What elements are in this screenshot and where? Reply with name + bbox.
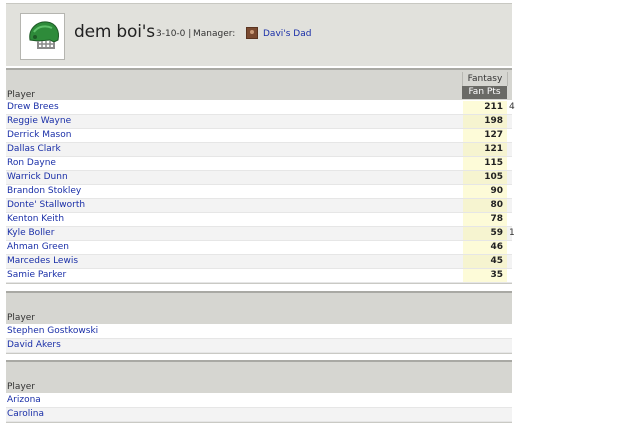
table-row: Samie Parker 35 — [6, 269, 512, 283]
table-row: Ahman Green 46 — [6, 241, 512, 255]
fan-pts-cell: 59 — [463, 227, 507, 240]
defenses-table-header: Player — [6, 362, 512, 393]
fan-pts-value: 78 — [490, 214, 503, 224]
manager-avatar-icon — [246, 27, 258, 39]
fan-pts-value: 80 — [490, 200, 503, 210]
table-row: Ron Dayne 115 — [6, 157, 512, 171]
table-row: Marcedes Lewis 45 — [6, 255, 512, 269]
defenses-table: Player Arizona Carolina — [6, 360, 512, 424]
player-name-link[interactable]: Reggie Wayne — [7, 116, 71, 126]
fan-pts-value: 46 — [490, 242, 503, 252]
table-bottom-rule — [6, 353, 512, 354]
table-row: Kyle Boller 59 1 — [6, 227, 515, 241]
table-bottom-rule — [6, 422, 512, 423]
fan-pts-cell: 78 — [463, 213, 507, 226]
team-header: dem boi's 3-10-0 | Manager: Davi's Dad — [6, 3, 512, 66]
player-name-link[interactable]: Warrick Dunn — [7, 172, 68, 182]
fan-pts-value: 59 — [490, 228, 503, 238]
table-row: Drew Brees 211 4 — [6, 101, 515, 115]
fan-pts-value: 121 — [484, 144, 503, 154]
player-name-link[interactable]: Arizona — [7, 395, 41, 405]
fan-pts-value: 45 — [490, 256, 503, 266]
kickers-table-header: Player — [6, 293, 512, 324]
next-column-value: 4 — [509, 102, 515, 112]
table-row: Stephen Gostkowski — [6, 325, 512, 339]
player-name-link[interactable]: Marcedes Lewis — [7, 256, 78, 266]
fan-pts-cell: 211 — [463, 101, 507, 114]
fan-pts-value: 35 — [490, 270, 503, 280]
kickers-table: Player Stephen Gostkowski David Akers — [6, 291, 512, 355]
table-bottom-rule — [6, 283, 512, 284]
table-row: Carolina — [6, 408, 512, 422]
football-helmet-icon — [29, 21, 59, 49]
fan-pts-cell: 90 — [463, 185, 507, 198]
starters-table: Player Fantasy Fan Pts Drew Brees 211 4 Reg… — [6, 68, 515, 286]
player-name-link[interactable]: Carolina — [7, 409, 44, 419]
fan-pts-cell: 80 — [463, 199, 507, 212]
player-column-header: Player — [7, 382, 36, 392]
player-name-link[interactable]: Stephen Gostkowski — [7, 326, 98, 336]
player-column-header: Player — [7, 313, 36, 323]
starters-table-header: Player Fantasy Fan Pts — [6, 70, 512, 100]
player-name-link[interactable]: Brandon Stokley — [7, 186, 81, 196]
table-row: Donte' Stallworth 80 — [6, 199, 512, 213]
table-row: Warrick Dunn 105 — [6, 171, 512, 185]
player-name-link[interactable]: Ahman Green — [7, 242, 69, 252]
fan-pts-column-header[interactable]: Fan Pts — [462, 86, 507, 99]
player-column-header: Player — [7, 90, 36, 100]
manager-label: Manager: — [193, 29, 236, 39]
fan-pts-cell: 46 — [463, 241, 507, 254]
fan-pts-cell: 105 — [463, 171, 507, 184]
fan-pts-cell: 115 — [463, 157, 507, 170]
table-row: Brandon Stokley 90 — [6, 185, 512, 199]
team-logo — [20, 13, 65, 60]
fan-pts-value: 211 — [484, 102, 503, 112]
table-row: David Akers — [6, 339, 512, 353]
fantasy-group-header: Fantasy — [462, 72, 508, 86]
player-name-link[interactable]: Ron Dayne — [7, 158, 56, 168]
table-row: Derrick Mason 127 — [6, 129, 512, 143]
fan-pts-value: 105 — [484, 172, 503, 182]
fan-pts-value: 115 — [484, 158, 503, 168]
team-record: 3-10-0 | — [156, 29, 192, 39]
table-row: Arizona — [6, 394, 512, 408]
player-name-link[interactable]: Dallas Clark — [7, 144, 61, 154]
player-name-link[interactable]: Kyle Boller — [7, 228, 54, 238]
player-name-link[interactable]: Drew Brees — [7, 102, 59, 112]
team-name: dem boi's — [74, 22, 155, 42]
table-row: Kenton Keith 78 — [6, 213, 512, 227]
fan-pts-value: 198 — [484, 116, 503, 126]
player-name-link[interactable]: Samie Parker — [7, 270, 66, 280]
team-roster-page: dem boi's 3-10-0 | Manager: Davi's Dad P… — [0, 0, 640, 425]
fan-pts-cell: 35 — [463, 269, 507, 282]
player-name-link[interactable]: Derrick Mason — [7, 130, 71, 140]
fan-pts-cell: 127 — [463, 129, 507, 142]
player-name-link[interactable]: David Akers — [7, 340, 61, 350]
manager-name-link[interactable]: Davi's Dad — [263, 29, 311, 39]
fan-pts-value: 90 — [490, 186, 503, 196]
table-row: Reggie Wayne 198 — [6, 115, 512, 129]
next-column-value: 1 — [509, 228, 515, 238]
fan-pts-cell: 198 — [463, 115, 507, 128]
player-name-link[interactable]: Kenton Keith — [7, 214, 64, 224]
fan-pts-value: 127 — [484, 130, 503, 140]
table-row: Dallas Clark 121 — [6, 143, 512, 157]
fan-pts-cell: 45 — [463, 255, 507, 268]
player-name-link[interactable]: Donte' Stallworth — [7, 200, 85, 210]
fan-pts-cell: 121 — [463, 143, 507, 156]
